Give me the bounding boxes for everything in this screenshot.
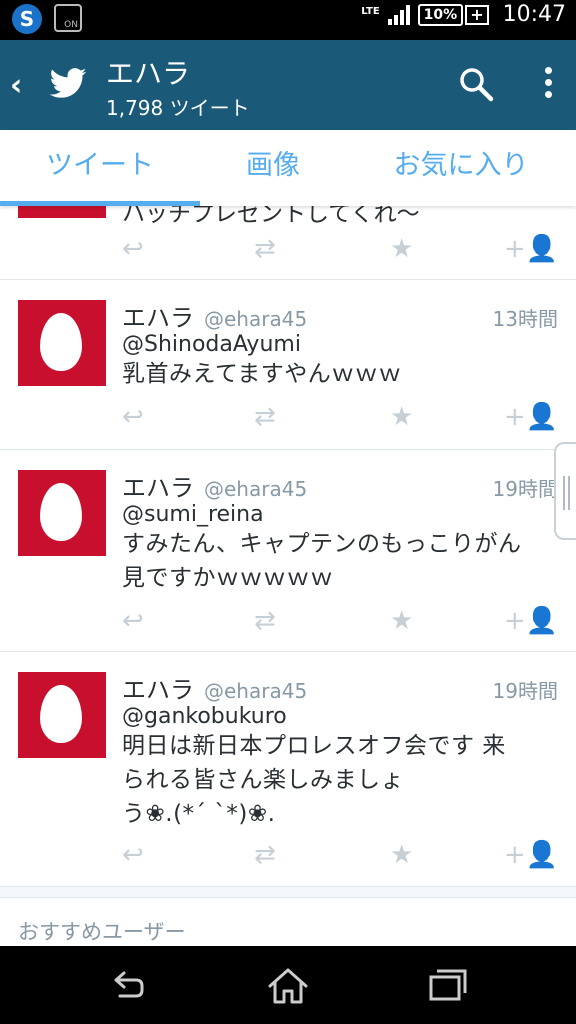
s-app-icon: S bbox=[12, 4, 42, 34]
tweet-time: 19時間 bbox=[492, 679, 558, 703]
recommended-users-heading: おすすめユーザー bbox=[18, 920, 186, 944]
reply-mention[interactable]: @gankobukuro bbox=[122, 704, 558, 729]
twitter-bird-icon bbox=[49, 68, 87, 98]
tweet-time: 19時間 bbox=[492, 477, 558, 501]
tweet-text-line: すみたん、キャプテンのもっこりがん bbox=[122, 531, 522, 557]
tweet-text-line: う❀.(*´ `*)❀. bbox=[122, 801, 276, 827]
side-panel-handle[interactable] bbox=[554, 442, 576, 540]
tab-favorites[interactable]: お気に入り bbox=[346, 130, 576, 206]
reply-icon[interactable]: ↩ bbox=[122, 840, 144, 870]
tweet-text-line: 見ですかｗｗｗｗｗ bbox=[122, 565, 334, 591]
tweet-handle: @ehara45 bbox=[204, 477, 308, 501]
back-icon[interactable] bbox=[106, 964, 150, 1008]
tweet-author: エハラ bbox=[122, 304, 194, 332]
favorite-icon[interactable]: ★ bbox=[390, 606, 413, 636]
retweet-icon[interactable]: ⇄ bbox=[254, 402, 276, 432]
reply-icon[interactable]: ↩ bbox=[122, 606, 144, 636]
tweet-actions: ↩ ⇄ ★ +👤 bbox=[122, 234, 558, 264]
follow-icon[interactable]: +👤 bbox=[504, 840, 558, 870]
home-icon[interactable] bbox=[266, 964, 310, 1008]
tweet-handle: @ehara45 bbox=[204, 307, 308, 331]
signal-icon bbox=[387, 4, 410, 25]
network-type: LTE bbox=[361, 5, 380, 17]
search-icon[interactable] bbox=[458, 66, 494, 102]
system-nav-bar bbox=[0, 946, 576, 1024]
app-bar: ‹ エハラ 1,798 ツイート bbox=[0, 40, 576, 130]
tweet-count: 1,798 ツイート bbox=[106, 96, 250, 120]
avatar[interactable] bbox=[18, 672, 106, 758]
battery-level: 10% bbox=[417, 3, 464, 26]
tab-tweets[interactable]: ツイート bbox=[0, 130, 200, 206]
tweet-author: エハラ bbox=[122, 676, 194, 704]
clock: 10:47 bbox=[502, 2, 566, 27]
avatar[interactable] bbox=[18, 300, 106, 386]
tweet-actions: ↩ ⇄ ★ +👤 bbox=[122, 840, 558, 870]
retweet-icon[interactable]: ⇄ bbox=[254, 234, 276, 264]
back-icon[interactable]: ‹ bbox=[10, 68, 22, 103]
tweet-actions: ↩ ⇄ ★ +👤 bbox=[122, 402, 558, 432]
tweet-time: 13時間 bbox=[492, 307, 558, 331]
favorite-icon[interactable]: ★ bbox=[390, 840, 413, 870]
follow-icon[interactable]: +👤 bbox=[504, 234, 558, 264]
follow-icon[interactable]: +👤 bbox=[504, 606, 558, 636]
retweet-icon[interactable]: ⇄ bbox=[254, 606, 276, 636]
tweet-item[interactable]: ハッチプレゼントしてくれ〜 ↩ ⇄ ★ +👤 bbox=[0, 206, 576, 280]
tweet-text-line: られる皆さん楽しみましょ bbox=[122, 767, 404, 793]
recent-apps-icon[interactable] bbox=[426, 964, 470, 1008]
section-divider bbox=[0, 886, 576, 898]
reply-icon[interactable]: ↩ bbox=[122, 234, 144, 264]
tweet-text: ハッチプレゼントしてくれ〜 bbox=[122, 206, 420, 227]
follow-icon[interactable]: +👤 bbox=[504, 402, 558, 432]
retweet-icon[interactable]: ⇄ bbox=[254, 840, 276, 870]
tweet-handle: @ehara45 bbox=[204, 679, 308, 703]
profile-tabs: ツイート 画像 お気に入り bbox=[0, 130, 576, 206]
tweet-actions: ↩ ⇄ ★ +👤 bbox=[122, 606, 558, 636]
tweet-text: 乳首みえてますやんｗｗｗ bbox=[122, 361, 402, 387]
tweet-text-line: 明日は新日本プロレスオフ会です 来 bbox=[122, 733, 506, 759]
reply-mention[interactable]: @sumi_reina bbox=[122, 502, 558, 527]
profile-name: エハラ bbox=[106, 57, 191, 90]
reply-mention[interactable]: @ShinodaAyumi bbox=[122, 332, 558, 357]
tweet-item[interactable]: エハラ @ehara45 19時間 @gankobukuro 明日は新日本プロレ… bbox=[0, 652, 576, 888]
favorite-icon[interactable]: ★ bbox=[390, 402, 413, 432]
nfc-icon: ON bbox=[54, 4, 82, 32]
avatar[interactable] bbox=[18, 206, 106, 218]
status-bar: S ON LTE 10% + 10:47 bbox=[0, 0, 576, 40]
tab-images[interactable]: 画像 bbox=[200, 130, 346, 206]
favorite-icon[interactable]: ★ bbox=[390, 234, 413, 264]
tweet-item[interactable]: エハラ @ehara45 13時間 @ShinodaAyumi 乳首みえてますや… bbox=[0, 280, 576, 450]
tweet-item[interactable]: エハラ @ehara45 19時間 @sumi_reina すみたん、キャプテン… bbox=[0, 450, 576, 652]
avatar[interactable] bbox=[18, 470, 106, 556]
charging-icon: + bbox=[465, 4, 489, 25]
overflow-menu-icon[interactable] bbox=[538, 64, 558, 104]
tweet-author: エハラ bbox=[122, 474, 194, 502]
tweet-timeline[interactable]: ハッチプレゼントしてくれ〜 ↩ ⇄ ★ +👤 エハラ @ehara45 13時間… bbox=[0, 206, 576, 946]
reply-icon[interactable]: ↩ bbox=[122, 402, 144, 432]
